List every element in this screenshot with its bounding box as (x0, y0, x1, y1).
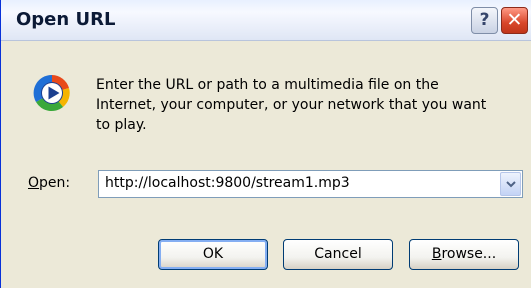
open-url-combobox[interactable]: http://localhost:9800/stream1.mp3 (98, 170, 523, 198)
open-label-mnemonic: O (28, 175, 40, 191)
browse-button[interactable]: Browse... (409, 239, 519, 270)
ok-button[interactable]: OK (158, 239, 268, 270)
open-url-input[interactable]: http://localhost:9800/stream1.mp3 (105, 175, 350, 191)
open-url-dialog: Open URL ? ✕ Enter the URL or path to a … (0, 0, 531, 288)
title-bar[interactable]: Open URL ? ✕ (1, 0, 531, 41)
dialog-body: Enter the URL or path to a multimedia fi… (1, 41, 531, 288)
close-button[interactable]: ✕ (501, 7, 528, 34)
open-label-text: pen: (39, 175, 71, 191)
browse-label: rowse... (441, 246, 497, 262)
dropdown-button[interactable] (500, 172, 521, 196)
chevron-down-icon (505, 181, 516, 188)
open-label: Open: (28, 175, 70, 191)
browse-mnemonic: B (431, 246, 442, 262)
help-button[interactable]: ? (471, 7, 498, 34)
dialog-description: Enter the URL or path to a multimedia fi… (96, 77, 487, 133)
windows-media-player-icon (33, 74, 70, 112)
window-title: Open URL (16, 9, 116, 30)
help-icon: ? (479, 10, 490, 30)
close-icon: ✕ (506, 9, 523, 31)
cancel-button[interactable]: Cancel (283, 239, 393, 270)
